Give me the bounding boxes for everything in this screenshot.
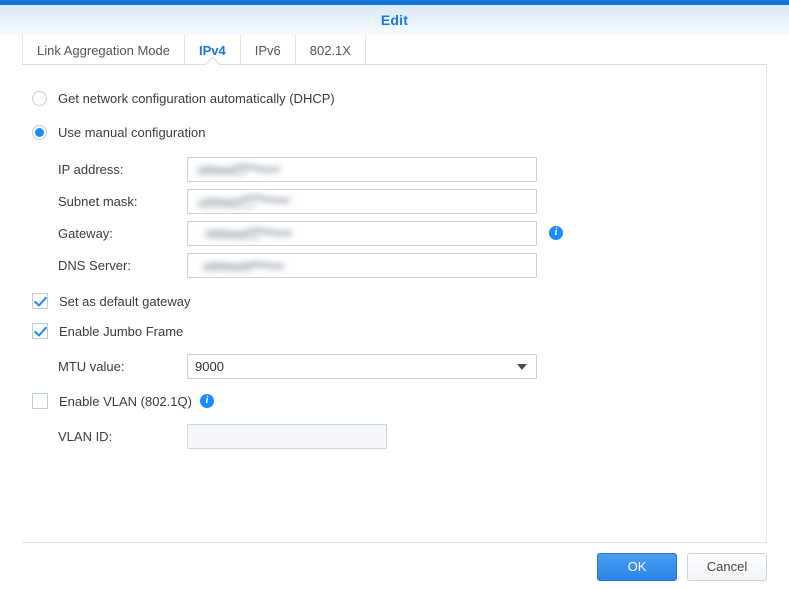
enable-jumbo-frame-label: Enable Jumbo Frame [59, 323, 184, 339]
vlan-id-label: VLAN ID: [58, 428, 113, 444]
set-default-gateway-checkbox[interactable] [32, 293, 48, 309]
ipv4-settings-panel: Get network configuration automatically … [0, 65, 767, 542]
tab-strip: Link Aggregation Mode IPv4 IPv6 802.1X [0, 35, 789, 73]
mtu-value-selected: 9000 [195, 358, 224, 374]
tab-link-aggregation-mode[interactable]: Link Aggregation Mode [22, 35, 185, 65]
subnet-mask-row: Subnet mask: [0, 185, 766, 217]
cancel-button[interactable]: Cancel [687, 552, 767, 581]
dns-server-label: DNS Server: [58, 257, 131, 273]
chevron-down-icon [517, 364, 527, 370]
mtu-value-select[interactable]: 9000 [187, 353, 537, 379]
dhcp-radio[interactable] [32, 90, 47, 106]
dialog-title: Edit [380, 12, 409, 28]
gateway-label: Gateway: [58, 225, 113, 241]
vlan-id-row: VLAN ID: [0, 420, 766, 452]
enable-jumbo-frame-checkbox[interactable] [32, 323, 48, 339]
redacted-value [196, 194, 306, 210]
subnet-mask-label: Subnet mask: [58, 193, 138, 209]
enable-vlan-checkbox[interactable] [32, 393, 48, 409]
dns-server-input[interactable] [187, 252, 537, 278]
tab-802-1x[interactable]: 802.1X [296, 35, 366, 65]
tab-label: Link Aggregation Mode [37, 42, 170, 58]
edit-dialog: Edit Link Aggregation Mode IPv4 IPv6 802… [0, 0, 789, 590]
tab-ipv4[interactable]: IPv4 [185, 35, 241, 73]
dialog-footer: OK Cancel [22, 542, 767, 590]
ip-address-label: IP address: [58, 161, 124, 177]
gateway-info-icon[interactable]: i [549, 226, 563, 240]
vlan-info-icon[interactable]: i [199, 394, 214, 408]
manual-config-radio[interactable] [32, 124, 47, 140]
dhcp-option-row[interactable]: Get network configuration automatically … [0, 83, 766, 113]
mtu-value-row: MTU value: 9000 [0, 350, 766, 382]
tab-label: IPv4 [198, 42, 226, 58]
vlan-id-input[interactable] [187, 423, 387, 449]
set-default-gateway-label: Set as default gateway [59, 293, 191, 309]
gateway-input[interactable] [187, 220, 537, 246]
dns-server-row: DNS Server: [0, 249, 766, 281]
redacted-value [202, 258, 292, 274]
vlan-enable-row[interactable]: Enable VLAN (802.1Q) i [0, 386, 766, 416]
dialog-titlebar: Edit [0, 5, 789, 35]
gateway-row: Gateway: i [0, 217, 766, 249]
jumbo-frame-row[interactable]: Enable Jumbo Frame [0, 316, 766, 346]
redacted-value [196, 162, 296, 178]
tab-ipv6[interactable]: IPv6 [241, 35, 296, 65]
ip-address-input[interactable] [187, 156, 537, 182]
tab-label: IPv6 [254, 42, 281, 58]
default-gateway-row[interactable]: Set as default gateway [0, 286, 766, 316]
dhcp-option-label: Get network configuration automatically … [58, 90, 335, 106]
enable-vlan-label: Enable VLAN (802.1Q) [59, 393, 192, 409]
mtu-value-label: MTU value: [58, 358, 125, 374]
subnet-mask-input[interactable] [187, 188, 537, 214]
ip-address-row: IP address: [0, 153, 766, 185]
ok-button[interactable]: OK [597, 552, 677, 581]
manual-option-row[interactable]: Use manual configuration [0, 117, 766, 147]
redacted-value [204, 226, 304, 242]
tab-label: 802.1X [309, 42, 351, 58]
manual-option-label: Use manual configuration [58, 124, 206, 140]
